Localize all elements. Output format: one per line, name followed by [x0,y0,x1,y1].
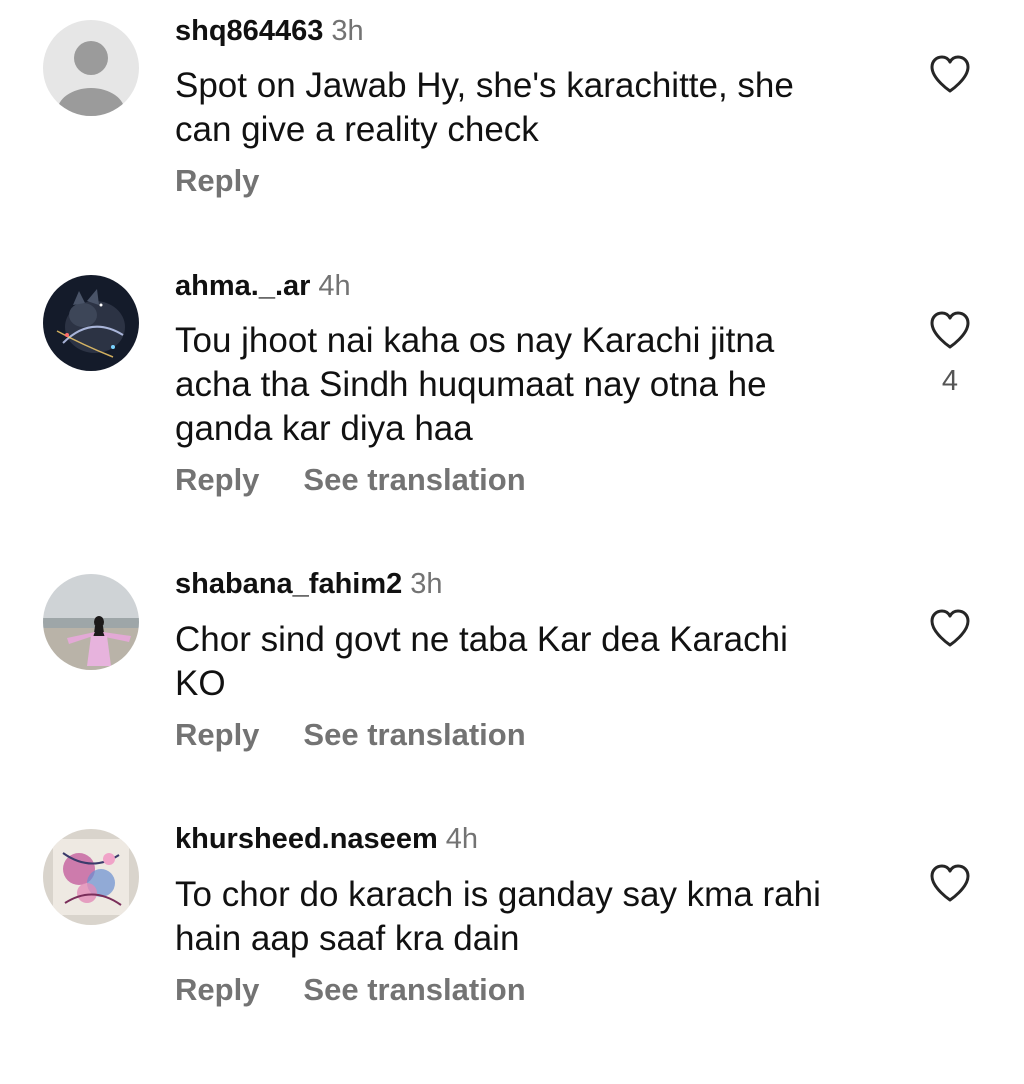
see-translation-button[interactable]: See translation [303,462,525,497]
comment-line: hain aap saaf kra dain [175,919,520,958]
timestamp: 4h [445,823,478,855]
see-translation-button[interactable]: See translation [303,717,525,752]
comment-header: shabana_fahim2 3h [175,567,443,601]
avatar[interactable] [43,829,139,925]
see-translation-button[interactable]: See translation [303,972,525,1007]
cat-photo-avatar-icon [43,275,139,371]
username[interactable]: ahma._.ar [175,270,310,302]
comment-line: KO [175,664,226,703]
reply-button[interactable]: Reply [175,717,259,752]
heart-outline-icon [930,609,970,647]
timestamp: 3h [410,568,443,600]
comment-line: Chor sind govt ne taba Kar dea Karachi [175,620,788,659]
timestamp: 3h [331,15,364,47]
default-avatar-icon [43,20,139,116]
username[interactable]: khursheed.naseem [175,823,438,855]
comment-actions: Reply [175,163,259,199]
like-count: 4 [941,365,959,397]
comment-header: ahma._.ar 4h [175,269,351,303]
comment-line: can give a reality check [175,110,539,149]
heart-outline-icon [930,864,970,902]
comment-actions: Reply See translation [175,717,526,753]
comment-line: acha tha Sindh huqumaat nay otna he [175,365,767,404]
comment-text: Tou jhoot nai kaha os nay Karachi jitna … [175,319,895,451]
avatar[interactable] [43,275,139,371]
like-button[interactable] [928,608,972,648]
comment-text: To chor do karach is ganday say kma rahi… [175,873,895,961]
art-photo-avatar-icon [43,829,139,925]
username[interactable]: shabana_fahim2 [175,568,402,600]
reply-button[interactable]: Reply [175,972,259,1007]
like-button[interactable] [928,54,972,94]
comment-header: khursheed.naseem 4h [175,822,478,856]
comment-line: To chor do karach is ganday say kma rahi [175,875,821,914]
comment-header: shq864463 3h [175,14,364,48]
heart-outline-icon [930,55,970,93]
beach-photo-avatar-icon [43,574,139,670]
timestamp: 4h [318,270,351,302]
like-button[interactable] [928,863,972,903]
like-button[interactable] [928,310,972,350]
heart-outline-icon [930,311,970,349]
reply-button[interactable]: Reply [175,163,259,198]
comment-line: Tou jhoot nai kaha os nay Karachi jitna [175,321,775,360]
comment-text: Chor sind govt ne taba Kar dea Karachi K… [175,618,895,706]
comment-actions: Reply See translation [175,462,526,498]
comment-actions: Reply See translation [175,972,526,1008]
avatar[interactable] [43,574,139,670]
comment-line: Spot on Jawab Hy, she's karachitte, she [175,66,794,105]
reply-button[interactable]: Reply [175,462,259,497]
avatar[interactable] [43,20,139,116]
username[interactable]: shq864463 [175,15,323,47]
comment-line: ganda kar diya haa [175,409,473,448]
comment-text: Spot on Jawab Hy, she's karachitte, she … [175,64,895,152]
